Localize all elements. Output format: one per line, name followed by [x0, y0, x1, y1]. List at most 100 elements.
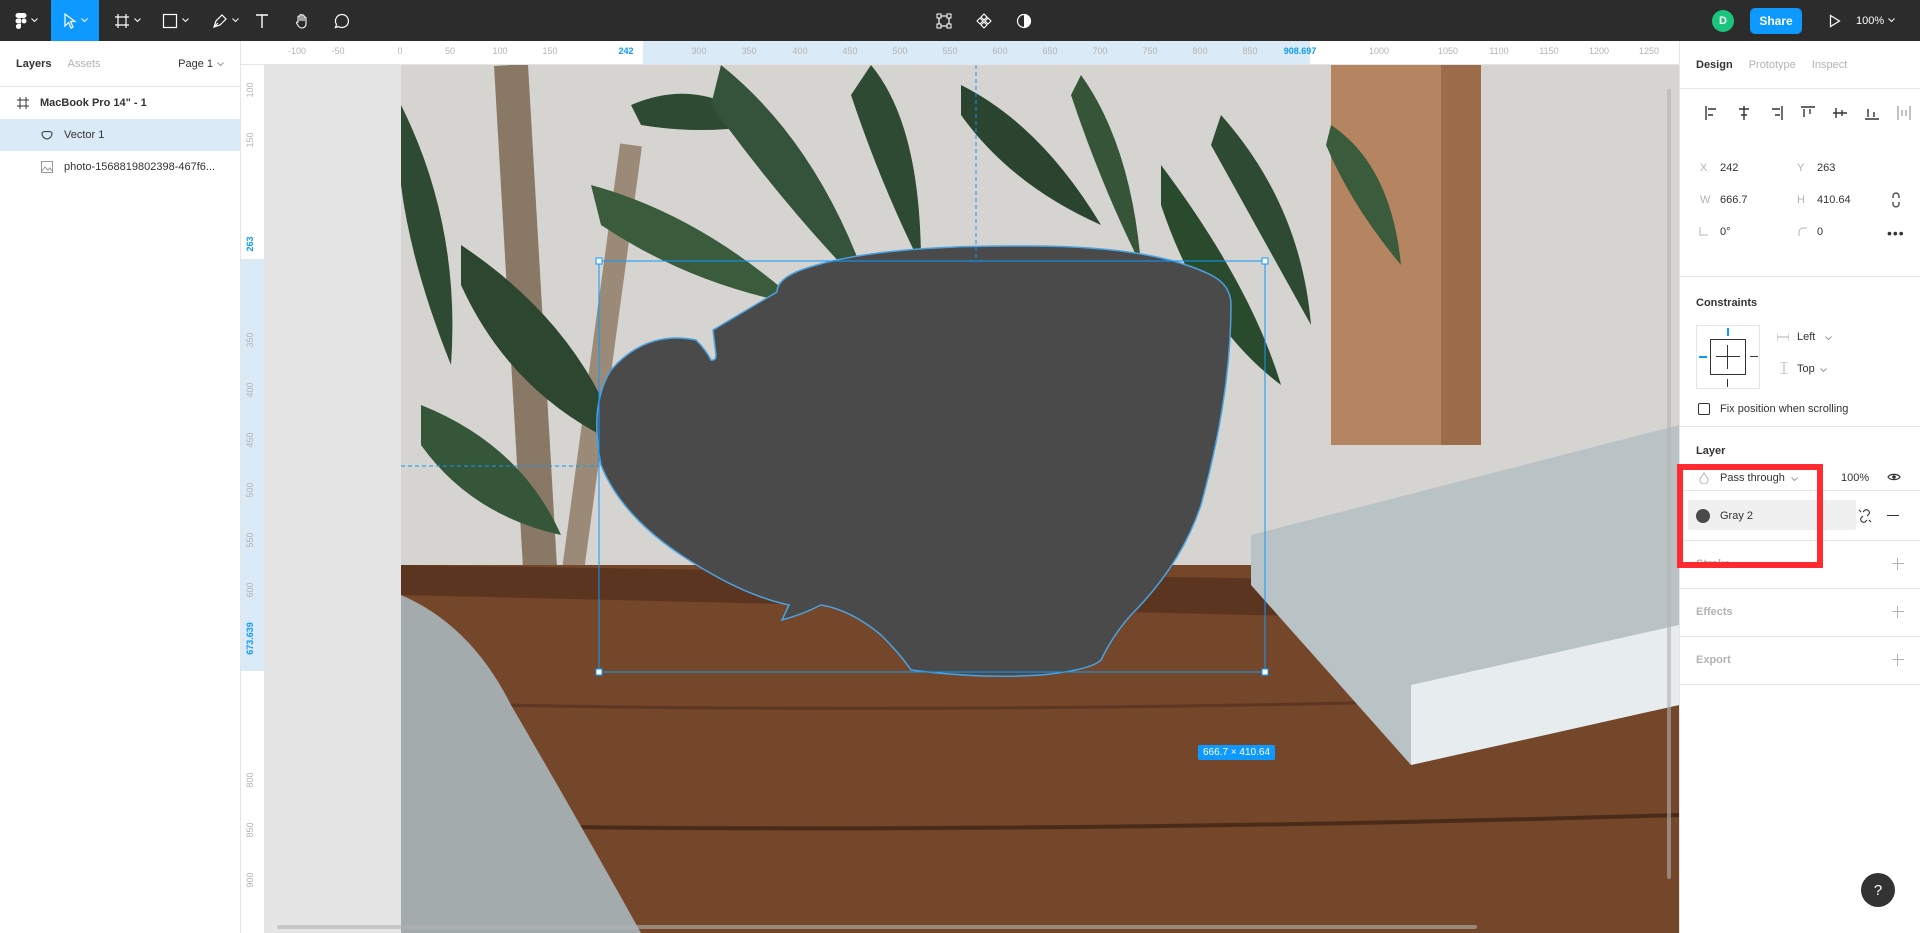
export-section: Export — [1680, 637, 1920, 685]
remove-fill-icon[interactable] — [1887, 515, 1899, 516]
ruler-tick: 1050 — [1437, 46, 1459, 56]
horizontal-scrollbar[interactable] — [277, 925, 1477, 929]
layer-row-frame[interactable]: MacBook Pro 14" - 1 — [0, 87, 240, 119]
mask-button[interactable] — [1012, 0, 1036, 41]
align-bottom-button[interactable] — [1856, 103, 1888, 123]
link-icon — [1892, 192, 1900, 208]
layer-row-vector[interactable]: Vector 1 — [0, 119, 240, 151]
align-left-icon — [1705, 106, 1716, 120]
ruler-tick: 800 — [1192, 46, 1208, 56]
help-button[interactable]: ? — [1861, 873, 1895, 907]
fix-position-checkbox[interactable] — [1698, 403, 1710, 415]
add-stroke-icon[interactable] — [1892, 558, 1904, 570]
chevron-down-icon — [231, 18, 239, 23]
layer-row-image[interactable]: photo-1568819802398-467f6... — [0, 151, 240, 183]
height-input[interactable]: 410.64 — [1817, 194, 1851, 206]
page-name: Page 1 — [178, 58, 213, 70]
photo-frame[interactable] — [401, 65, 1679, 933]
user-avatar[interactable]: D — [1712, 10, 1734, 32]
align-top-icon — [1801, 106, 1815, 117]
frame-tool-button[interactable] — [108, 0, 146, 41]
main-menu-button[interactable] — [8, 0, 44, 41]
eye-icon[interactable] — [1887, 472, 1901, 485]
contrast-icon — [1016, 13, 1032, 28]
align-center-horizontal-icon — [1739, 106, 1749, 120]
x-input[interactable]: 242 — [1720, 162, 1738, 174]
opacity-input[interactable]: 100% — [1841, 472, 1869, 484]
align-center-v-button[interactable] — [1824, 103, 1856, 123]
ruler-tick: 550 — [942, 46, 958, 56]
ruler-tick: 150 — [245, 132, 255, 148]
blend-mode-select[interactable]: Pass through — [1720, 472, 1785, 484]
blend-mode-icon — [1699, 472, 1709, 487]
corner-radius-icon — [1798, 227, 1807, 239]
chevron-down-icon — [1888, 18, 1895, 23]
constrain-proportions-button[interactable] — [1891, 192, 1901, 211]
chevron-down-icon — [1791, 477, 1798, 482]
page-selector[interactable]: Page 1 — [178, 41, 224, 87]
width-input[interactable]: 666.7 — [1720, 194, 1748, 206]
ruler-tick: 100 — [245, 82, 255, 98]
vertical-scrollbar[interactable] — [1667, 89, 1671, 879]
text-tool-button[interactable] — [250, 0, 274, 41]
ruler-tick: 550 — [245, 532, 255, 548]
align-bottom-icon — [1865, 109, 1879, 120]
top-toolbar: D Share 100% — [0, 0, 1920, 41]
fill-style-row[interactable] — [1688, 500, 1856, 530]
chevron-down-icon — [1825, 336, 1832, 341]
shape-tool-button[interactable] — [156, 0, 194, 41]
ruler-tick: 1000 — [1368, 46, 1390, 56]
pen-icon — [212, 13, 227, 28]
pen-tool-button[interactable] — [206, 0, 244, 41]
ruler-tick: 500 — [892, 46, 908, 56]
selection-size-label: 666.7 × 410.64 — [1198, 745, 1276, 760]
comment-tool-button[interactable] — [330, 0, 354, 41]
constraints-widget[interactable] — [1696, 325, 1760, 389]
add-effect-icon[interactable] — [1892, 606, 1904, 618]
constraints-title: Constraints — [1696, 297, 1758, 309]
ruler-tick: 750 — [1142, 46, 1158, 56]
zoom-dropdown[interactable]: 100% — [1856, 0, 1895, 41]
figma-logo-icon — [15, 12, 26, 29]
ruler-tick: 400 — [245, 382, 255, 398]
hand-tool-button[interactable] — [290, 0, 314, 41]
fill-section: Gray 2 — [1680, 491, 1920, 541]
align-left-button[interactable] — [1696, 103, 1728, 123]
fill-color-swatch[interactable] — [1696, 509, 1710, 523]
tab-layers[interactable]: Layers — [16, 58, 51, 70]
more-options-icon[interactable]: ••• — [1887, 225, 1905, 241]
present-button[interactable] — [1820, 0, 1850, 41]
align-top-button[interactable] — [1792, 103, 1824, 123]
tab-assets[interactable]: Assets — [67, 58, 100, 70]
comment-icon — [334, 13, 350, 28]
ruler-tick: 350 — [245, 332, 255, 348]
ruler-tick: 850 — [1242, 46, 1258, 56]
ruler-tick: 900 — [245, 872, 255, 888]
vertical-constraint-select[interactable]: Top — [1797, 363, 1815, 375]
move-tool-button[interactable] — [51, 0, 99, 41]
component-icon — [976, 12, 992, 29]
detach-style-button[interactable] — [1858, 509, 1872, 526]
canvas[interactable]: 666.7 × 410.64 — [265, 65, 1679, 933]
transform-button[interactable] — [932, 0, 956, 41]
distribute-button[interactable] — [1888, 103, 1920, 123]
share-button[interactable]: Share — [1750, 8, 1802, 34]
rotation-input[interactable]: 0° — [1720, 226, 1731, 238]
ruler-tick: 150 — [542, 46, 558, 56]
chevron-down-icon — [217, 61, 224, 66]
components-button[interactable] — [972, 0, 996, 41]
add-export-icon[interactable] — [1892, 654, 1904, 666]
tab-prototype[interactable]: Prototype — [1749, 59, 1796, 71]
align-right-button[interactable] — [1760, 103, 1792, 123]
ruler-tick: 1200 — [1588, 46, 1610, 56]
tab-design[interactable]: Design — [1696, 59, 1733, 71]
ruler-tick: 350 — [741, 46, 757, 56]
ruler-tick: 0 — [397, 46, 403, 56]
horizontal-constraint-select[interactable]: Left — [1797, 331, 1815, 343]
align-center-h-button[interactable] — [1728, 103, 1760, 123]
ruler-tick: 100 — [492, 46, 508, 56]
ruler-tick: 1150 — [1539, 46, 1559, 56]
corner-radius-input[interactable]: 0 — [1817, 226, 1823, 238]
y-input[interactable]: 263 — [1817, 162, 1835, 174]
tab-inspect[interactable]: Inspect — [1812, 59, 1847, 71]
